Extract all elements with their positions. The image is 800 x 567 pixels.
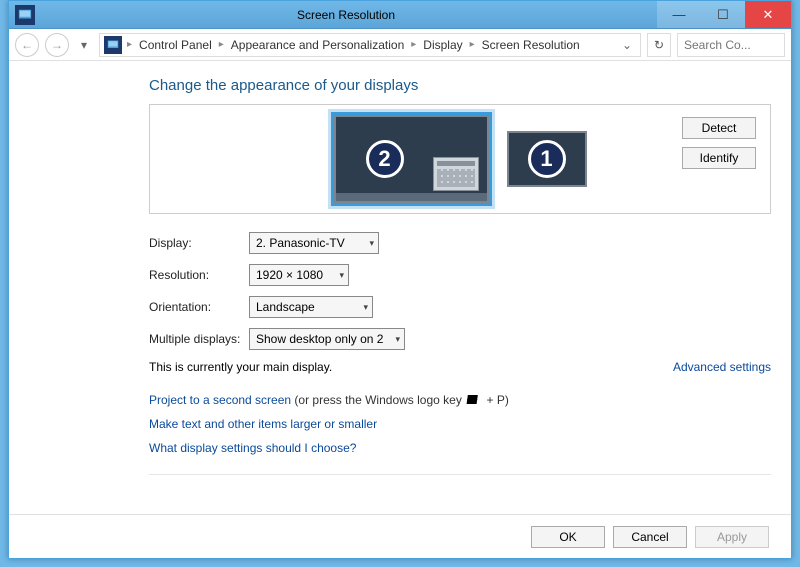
monitor-1[interactable]: 1 (507, 131, 587, 187)
display-label: Display: (149, 236, 249, 250)
title-bar[interactable]: Screen Resolution — ☐ ✕ (9, 1, 791, 29)
chevron-down-icon: ▾ (395, 334, 400, 345)
text-size-link[interactable]: Make text and other items larger or smal… (149, 417, 377, 431)
chevron-right-icon: ▸ (467, 39, 478, 50)
monitor-icon (104, 36, 122, 54)
multiple-displays-label: Multiple displays: (149, 332, 249, 346)
chevron-right-icon: ▸ (216, 39, 227, 50)
minimize-button[interactable]: — (657, 1, 701, 28)
maximize-button[interactable]: ☐ (701, 1, 745, 28)
breadcrumb-item[interactable]: Control Panel (137, 38, 214, 52)
project-suffix-b: + P) (483, 393, 509, 407)
apply-button[interactable]: Apply (695, 526, 769, 548)
project-suffix-a: (or press the Windows logo key (291, 393, 465, 407)
breadcrumb-dropdown-icon[interactable]: ⌄ (618, 38, 636, 52)
divider (149, 474, 771, 475)
chevron-right-icon: ▸ (124, 39, 135, 50)
content-area: Change the appearance of your displays 2… (9, 61, 791, 558)
window-title: Screen Resolution (35, 8, 657, 22)
window-frame: Screen Resolution — ☐ ✕ ← → ▾ ▸ Control … (8, 0, 792, 559)
breadcrumb-bar[interactable]: ▸ Control Panel ▸ Appearance and Persona… (99, 33, 641, 57)
display-help-link[interactable]: What display settings should I choose? (149, 441, 356, 455)
cancel-button[interactable]: Cancel (613, 526, 687, 548)
search-input[interactable] (677, 33, 785, 57)
orientation-value: Landscape (256, 300, 315, 314)
chevron-down-icon: ▾ (369, 238, 374, 249)
windows-logo-icon (466, 395, 482, 407)
chevron-right-icon: ▸ (408, 39, 419, 50)
main-display-note: This is currently your main display. (149, 360, 332, 374)
nav-bar: ← → ▾ ▸ Control Panel ▸ Appearance and P… (9, 29, 791, 61)
multiple-displays-dropdown[interactable]: Show desktop only on 2 ▾ (249, 328, 405, 350)
identify-button[interactable]: Identify (682, 147, 756, 169)
advanced-settings-link[interactable]: Advanced settings (673, 360, 771, 374)
resolution-value: 1920 × 1080 (256, 268, 323, 282)
settings-form: Display: 2. Panasonic-TV ▾ Resolution: 1… (149, 232, 771, 460)
back-button[interactable]: ← (15, 33, 39, 57)
taskbar-preview (336, 193, 487, 201)
chevron-down-icon: ▾ (339, 270, 344, 281)
display-value: 2. Panasonic-TV (256, 236, 345, 250)
breadcrumb-item[interactable]: Appearance and Personalization (229, 38, 406, 52)
breadcrumb-item[interactable]: Screen Resolution (480, 38, 582, 52)
page-heading: Change the appearance of your displays (149, 77, 771, 94)
resolution-dropdown[interactable]: 1920 × 1080 ▾ (249, 264, 349, 286)
monitor-number-badge: 1 (528, 140, 566, 178)
ok-button[interactable]: OK (531, 526, 605, 548)
project-second-screen-link[interactable]: Project to a second screen (149, 393, 291, 407)
display-arrangement-area[interactable]: 2 1 (168, 115, 752, 203)
orientation-dropdown[interactable]: Landscape ▾ (249, 296, 373, 318)
close-button[interactable]: ✕ (745, 1, 791, 28)
display-arrangement-box: 2 1 Detect Identify (149, 104, 771, 214)
breadcrumb-item[interactable]: Display (421, 38, 464, 52)
monitor-number-badge: 2 (366, 140, 404, 178)
orientation-label: Orientation: (149, 300, 249, 314)
display-dropdown[interactable]: 2. Panasonic-TV ▾ (249, 232, 379, 254)
forward-button[interactable]: → (45, 33, 69, 57)
dialog-footer: OK Cancel Apply (9, 514, 791, 558)
refresh-button[interactable]: ↻ (647, 33, 671, 57)
multiple-displays-value: Show desktop only on 2 (256, 332, 383, 346)
desktop-preview-icon (433, 157, 479, 191)
chevron-down-icon: ▾ (363, 302, 368, 313)
detect-button[interactable]: Detect (682, 117, 756, 139)
window-buttons: — ☐ ✕ (657, 1, 791, 28)
resolution-label: Resolution: (149, 268, 249, 282)
monitor-2[interactable]: 2 (334, 115, 489, 203)
up-button[interactable]: ▾ (75, 38, 93, 52)
system-icon (15, 5, 35, 25)
